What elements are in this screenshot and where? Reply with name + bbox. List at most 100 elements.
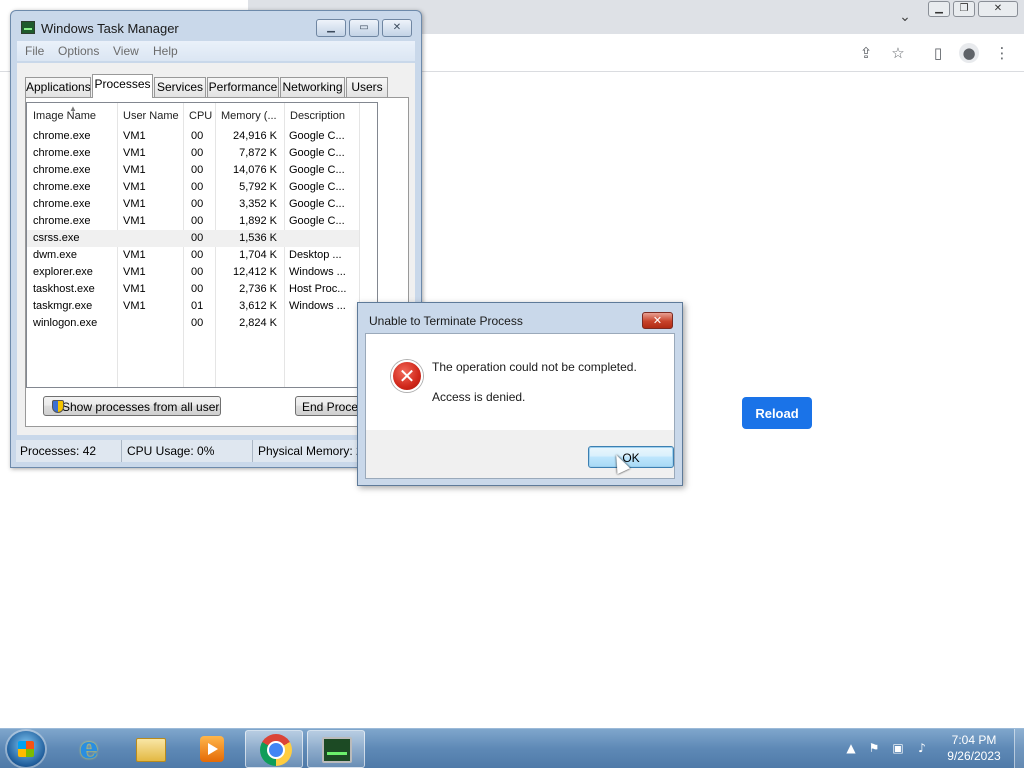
process-memory: 14,076 K (232, 164, 277, 176)
process-description: Windows ... (289, 300, 346, 312)
tab-users[interactable]: Users (346, 77, 388, 97)
tab-networking[interactable]: Networking (280, 77, 345, 97)
minimize-button[interactable]: ▁ (316, 19, 346, 37)
chevron-down-icon[interactable]: ⌄ (895, 7, 915, 27)
browser-restore-button[interactable]: ❐ (953, 1, 975, 17)
process-cpu: 00 (191, 164, 204, 176)
tab-applications[interactable]: Applications (25, 77, 91, 97)
dialog-message: The operation could not be completed. (432, 360, 637, 374)
process-cpu: 00 (191, 283, 204, 295)
process-user: VM1 (123, 130, 146, 142)
process-memory: 2,736 K (239, 283, 277, 295)
process-memory: 1,892 K (239, 215, 277, 227)
error-icon: ✕ (391, 360, 423, 392)
process-user: VM1 (123, 164, 146, 176)
table-row[interactable]: explorer.exe VM1 00 12,412 K Windows ... (27, 264, 359, 281)
table-row[interactable]: chrome.exe VM1 00 5,792 K Google C... (27, 179, 359, 196)
process-name: chrome.exe (33, 181, 91, 193)
process-cpu: 00 (191, 215, 204, 227)
start-button[interactable] (7, 731, 45, 767)
process-cpu: 00 (191, 198, 204, 210)
network-icon[interactable]: ▣ (890, 739, 906, 757)
browser-minimize-button[interactable]: ▁ (928, 1, 950, 17)
table-row[interactable]: chrome.exe VM1 00 14,076 K Google C... (27, 162, 359, 179)
status-cpu-usage: CPU Usage: 0% (123, 440, 253, 462)
table-row[interactable]: taskmgr.exe VM1 01 3,612 K Windows ... (27, 298, 359, 315)
task-manager-icon (21, 21, 35, 34)
ok-button[interactable]: OK (588, 446, 674, 468)
process-user: VM1 (123, 249, 146, 261)
show-hidden-icons-icon[interactable]: ▲ (843, 739, 859, 757)
taskbar-item-task-manager[interactable] (307, 730, 365, 768)
tab-processes[interactable]: Processes (92, 74, 153, 98)
process-description: Google C... (289, 164, 345, 176)
action-center-icon[interactable]: ⚑ (866, 739, 882, 757)
maximize-button[interactable]: ▭ (349, 19, 379, 37)
menu-view[interactable]: View (113, 44, 139, 58)
system-clock[interactable]: 7:04 PM 9/26/2023 (940, 732, 1008, 764)
side-panel-icon[interactable]: ▯ (928, 43, 948, 63)
table-row[interactable]: dwm.exe VM1 00 1,704 K Desktop ... (27, 247, 359, 264)
menu-options[interactable]: Options (58, 44, 99, 58)
process-user: VM1 (123, 147, 146, 159)
process-cpu: 00 (191, 181, 204, 193)
table-row[interactable]: taskhost.exe VM1 00 2,736 K Host Proc... (27, 281, 359, 298)
close-button[interactable]: ✕ (382, 19, 412, 37)
process-user: VM1 (123, 300, 146, 312)
volume-muted-icon[interactable]: ♪ (914, 739, 930, 757)
internet-explorer-icon: e (79, 731, 99, 766)
show-all-processes-button[interactable]: Show processes from all users (43, 396, 221, 416)
sort-arrow-icon: ▲ (69, 104, 77, 113)
table-row[interactable]: winlogon.exe 00 2,824 K (27, 315, 359, 332)
process-user: VM1 (123, 198, 146, 210)
process-cpu: 00 (191, 147, 204, 159)
process-description: Google C... (289, 130, 345, 142)
task-manager-titlebar[interactable]: Windows Task Manager ▁ ▭ ✕ (11, 11, 421, 41)
process-user: VM1 (123, 215, 146, 227)
process-name: taskmgr.exe (33, 300, 93, 312)
show-desktop-button[interactable] (1014, 729, 1024, 769)
process-cpu: 00 (191, 317, 204, 329)
taskbar-item-media-player[interactable] (182, 730, 240, 768)
tab-services[interactable]: Services (154, 77, 206, 97)
column-header-user-name[interactable]: User Name (117, 103, 187, 127)
table-row[interactable]: csrss.exe 00 1,536 K (27, 230, 359, 247)
reload-button[interactable]: Reload (742, 397, 812, 429)
status-bar: Processes: 42 CPU Usage: 0% Physical Mem… (16, 440, 358, 462)
process-description: Google C... (289, 147, 345, 159)
menu-file[interactable]: File (25, 44, 44, 58)
share-icon[interactable]: ⇪ (856, 43, 876, 63)
tab-performance[interactable]: Performance (207, 77, 279, 97)
column-header-image-name[interactable]: ▲ Image Name (27, 103, 117, 127)
column-header-description[interactable]: Description (284, 103, 360, 127)
star-icon[interactable]: ☆ (888, 43, 908, 63)
process-description: Windows ... (289, 266, 346, 278)
dialog-content: ✕ The operation could not be completed. … (365, 333, 675, 479)
clock-time: 7:04 PM (951, 733, 997, 747)
process-name: chrome.exe (33, 147, 91, 159)
process-memory: 12,412 K (232, 266, 277, 278)
column-header-cpu[interactable]: CPU (183, 103, 219, 127)
process-cpu: 00 (191, 266, 204, 278)
column-header-memory[interactable]: Memory (... (215, 103, 285, 127)
table-row[interactable]: chrome.exe VM1 00 24,916 K Google C... (27, 128, 359, 145)
taskbar-item-chrome[interactable] (245, 730, 303, 768)
menu-help[interactable]: Help (153, 44, 178, 58)
taskbar-item-internet-explorer[interactable]: e (60, 730, 118, 768)
table-row[interactable]: chrome.exe VM1 00 3,352 K Google C... (27, 196, 359, 213)
process-name: explorer.exe (33, 266, 93, 278)
dialog-close-button[interactable]: ✕ (642, 312, 673, 329)
process-memory: 7,872 K (239, 147, 277, 159)
process-cpu: 00 (191, 232, 204, 244)
browser-close-button[interactable]: ✕ (978, 1, 1018, 17)
process-name: taskhost.exe (33, 283, 95, 295)
status-physical-memory: Physical Memory: 2 (258, 444, 358, 458)
table-row[interactable]: chrome.exe VM1 00 7,872 K Google C... (27, 145, 359, 162)
process-name: csrss.exe (33, 232, 80, 244)
error-dialog: Unable to Terminate Process ✕ ✕ The oper… (357, 302, 683, 486)
table-row[interactable]: chrome.exe VM1 00 1,892 K Google C... (27, 213, 359, 230)
profile-icon[interactable]: ● (959, 43, 979, 63)
process-list[interactable]: ▲ Image Name User Name CPU Memory (... D… (26, 102, 378, 388)
taskbar-item-explorer[interactable] (121, 730, 179, 768)
menu-icon[interactable]: ⋮ (992, 43, 1012, 63)
